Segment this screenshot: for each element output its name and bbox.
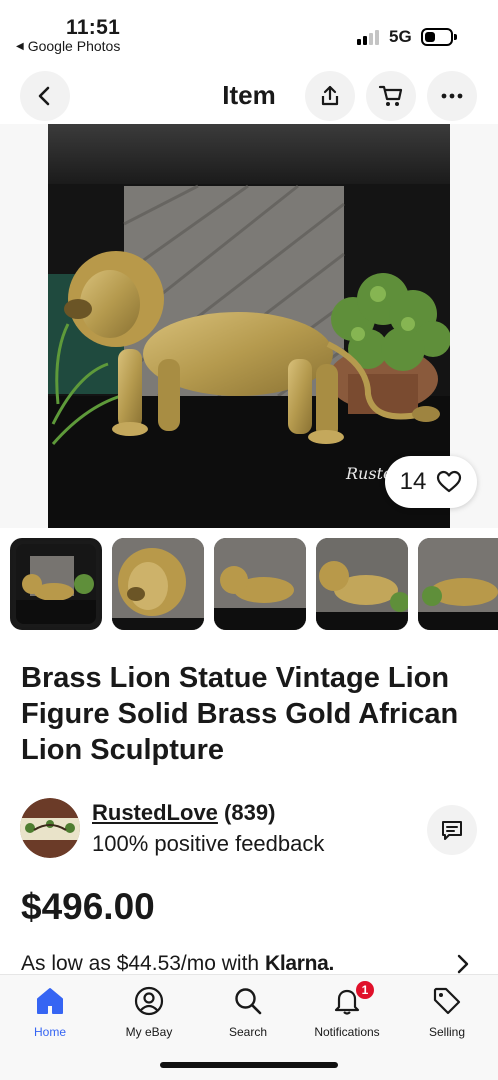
nav-my-ebay[interactable]: My eBay (104, 983, 194, 1039)
thumbnail-3[interactable] (214, 538, 306, 630)
share-button[interactable] (305, 71, 355, 121)
network-label: 5G (389, 27, 412, 46)
nav-selling-label: Selling (428, 1025, 466, 1039)
user-icon (134, 986, 164, 1016)
nav-home[interactable]: Home (5, 983, 95, 1039)
thumbnail-image (316, 538, 408, 630)
klarna-logo: Klarna. (264, 952, 335, 975)
thumbnail-4[interactable] (316, 538, 408, 630)
status-bar: 11:51 ◀ Google Photos 5G (0, 0, 498, 64)
item-title: Brass Lion Statue Vintage Lion Figure So… (21, 662, 459, 766)
more-icon (441, 93, 463, 99)
thumbnail-image (214, 538, 306, 630)
thumbnail-image (16, 544, 96, 624)
battery-icon (421, 28, 457, 46)
thumbnail-1[interactable] (10, 538, 102, 630)
cart-icon (378, 85, 403, 106)
seller-avatar[interactable] (20, 798, 80, 858)
seller-info: RustedLove (839) (92, 800, 275, 826)
more-options-button[interactable] (427, 71, 477, 121)
nav-home-label: Home (33, 1025, 66, 1039)
thumbnail-image (112, 538, 204, 630)
financing-text: As low as $44.53/mo with (21, 952, 260, 975)
home-indicator (160, 1062, 338, 1068)
header: Item (0, 66, 498, 126)
nav-notifications-label: Notifications (314, 1025, 380, 1039)
nav-search[interactable]: Search (203, 983, 293, 1039)
thumbnail-5[interactable] (418, 538, 498, 630)
thumbnail-2[interactable] (112, 538, 204, 630)
like-count: 14 (399, 468, 427, 495)
nav-my-ebay-label: My eBay (125, 1025, 173, 1039)
notification-badge: 1 (354, 979, 376, 1001)
thumbnail-image (418, 538, 498, 630)
cart-button[interactable] (366, 71, 416, 121)
seller-rating-count: (839) (224, 800, 276, 825)
chevron-right-icon[interactable] (456, 954, 470, 974)
share-icon (321, 85, 339, 106)
nav-selling[interactable]: Selling (402, 983, 492, 1039)
tag-icon (433, 987, 461, 1015)
search-icon (235, 988, 262, 1015)
thumbnail-strip (10, 538, 498, 630)
back-app-label: Google Photos (27, 38, 121, 54)
nav-notifications[interactable]: 1 Notifications (302, 979, 392, 1039)
message-seller-button[interactable] (427, 805, 477, 855)
seller-name-link[interactable]: RustedLove (92, 800, 218, 825)
message-icon (442, 821, 462, 840)
seller-logo (20, 798, 80, 858)
signal-icon (357, 29, 383, 45)
heart-icon (437, 470, 462, 493)
home-icon (37, 988, 63, 1014)
financing-row[interactable]: As low as $44.53/mo with Klarna. (21, 952, 334, 976)
nav-search-label: Search (228, 1025, 268, 1039)
item-price: $496.00 (21, 886, 155, 927)
back-triangle-icon: ◀ (16, 40, 24, 52)
back-to-app-link[interactable]: ◀ Google Photos (16, 38, 120, 54)
seller-feedback: 100% positive feedback (92, 831, 325, 856)
status-time: 11:51 (66, 16, 121, 39)
watch-button[interactable]: 14 (385, 456, 477, 508)
page-title: Item (222, 80, 276, 110)
